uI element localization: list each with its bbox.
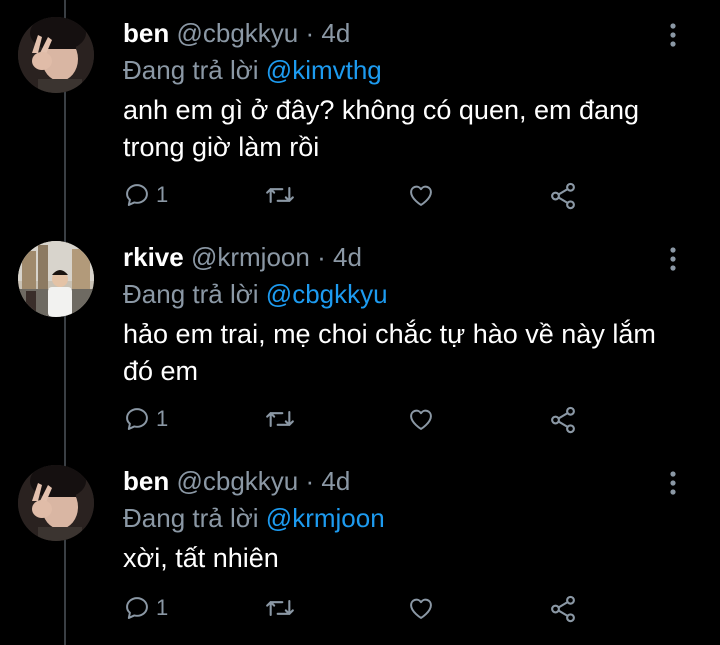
thread-line xyxy=(64,0,66,645)
separator: · xyxy=(317,242,326,272)
retweet-icon xyxy=(266,599,294,617)
share-button[interactable] xyxy=(548,181,578,211)
replying-to: Đang trả lời @kimvthg xyxy=(123,55,382,85)
like-button[interactable] xyxy=(407,594,435,622)
replying-to-mention[interactable]: @krmjoon xyxy=(266,503,385,533)
share-icon xyxy=(551,182,575,210)
replying-to: Đang trả lời @krmjoon xyxy=(123,503,385,533)
reply-count: 1 xyxy=(156,595,169,620)
retweet-button[interactable] xyxy=(263,405,297,433)
retweet-icon xyxy=(266,410,294,428)
reply-button[interactable]: 1 xyxy=(123,405,168,433)
replying-prefix: Đang trả lời xyxy=(123,503,259,533)
display-name[interactable]: rkive xyxy=(123,242,184,272)
like-button[interactable] xyxy=(407,181,435,209)
timestamp[interactable]: 4d xyxy=(321,18,350,48)
share-icon xyxy=(551,406,575,434)
more-options-icon[interactable] xyxy=(666,22,680,52)
replying-prefix: Đang trả lời xyxy=(123,55,259,85)
replying-to-mention[interactable]: @kimvthg xyxy=(266,55,382,85)
like-button[interactable] xyxy=(407,405,435,433)
tweet-text: hảo em trai, mẹ choi chắc tự hào về này … xyxy=(123,319,656,386)
like-icon xyxy=(410,598,432,619)
timestamp[interactable]: 4d xyxy=(333,242,362,272)
tweet-text: xời, tất nhiên xyxy=(123,543,279,573)
avatar[interactable] xyxy=(18,17,94,93)
like-icon xyxy=(410,185,432,206)
handle[interactable]: @cbgkkyu xyxy=(176,466,298,496)
reply-count: 1 xyxy=(156,406,169,431)
replying-to: Đang trả lời @cbgkkyu xyxy=(123,279,388,309)
like-icon xyxy=(410,409,432,430)
reply-icon xyxy=(126,597,148,619)
more-options-icon[interactable] xyxy=(666,470,680,500)
timestamp[interactable]: 4d xyxy=(321,466,350,496)
more-options-icon[interactable] xyxy=(666,246,680,276)
retweet-icon xyxy=(266,186,294,204)
tweet-header: rkive @krmjoon · 4d xyxy=(123,242,362,272)
replying-prefix: Đang trả lời xyxy=(123,279,259,309)
share-icon xyxy=(551,595,575,623)
handle[interactable]: @krmjoon xyxy=(191,242,310,272)
reply-icon xyxy=(126,408,148,430)
reply-icon xyxy=(126,184,148,206)
reply-button[interactable]: 1 xyxy=(123,181,168,209)
retweet-button[interactable] xyxy=(263,594,297,622)
separator: · xyxy=(305,466,315,496)
handle[interactable]: @cbgkkyu xyxy=(176,18,298,48)
retweet-button[interactable] xyxy=(263,181,297,209)
avatar[interactable] xyxy=(18,241,94,317)
reply-button[interactable]: 1 xyxy=(123,594,168,622)
display-name[interactable]: ben xyxy=(123,18,169,48)
avatar[interactable] xyxy=(18,465,94,541)
display-name[interactable]: ben xyxy=(123,466,169,496)
share-button[interactable] xyxy=(548,594,578,624)
share-button[interactable] xyxy=(548,405,578,435)
reply-count: 1 xyxy=(156,182,169,207)
tweet-text: anh em gì ở đây? không có quen, em đang … xyxy=(123,95,640,162)
replying-to-mention[interactable]: @cbgkkyu xyxy=(266,279,388,309)
tweet-header: ben @cbgkkyu · 4d xyxy=(123,18,350,48)
separator: · xyxy=(305,18,315,48)
tweet-header: ben @cbgkkyu · 4d xyxy=(123,466,350,496)
